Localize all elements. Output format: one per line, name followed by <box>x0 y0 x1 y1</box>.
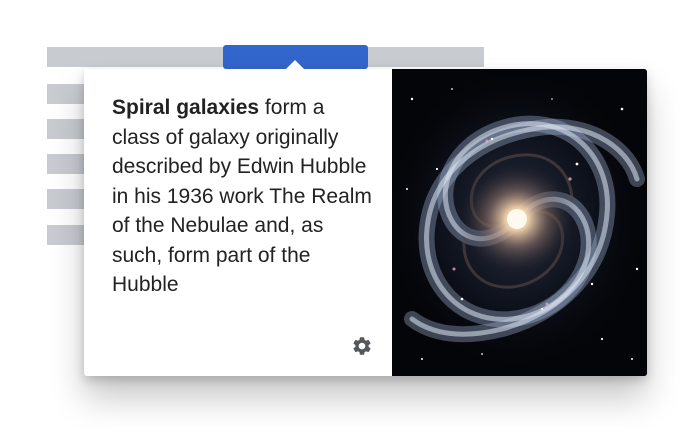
gear-icon[interactable] <box>351 335 373 357</box>
background-text-line <box>47 119 87 139</box>
background-text-line <box>47 225 87 245</box>
extract-fade <box>112 293 374 333</box>
preview-thumbnail-image[interactable] <box>382 69 647 376</box>
preview-extract-text: form a class of galaxy originally descri… <box>112 96 372 296</box>
background-text-line <box>47 47 223 67</box>
spiral-galaxy-image <box>382 69 647 376</box>
page-preview-popup[interactable]: Spiral galaxies form a class of galaxy o… <box>84 69 647 376</box>
popup-pointer <box>285 60 305 70</box>
background-text-line <box>47 154 87 174</box>
preview-title: Spiral galaxies <box>112 96 260 119</box>
background-text-line <box>368 47 484 67</box>
background-text-line <box>47 189 87 209</box>
preview-extract[interactable]: Spiral galaxies form a class of galaxy o… <box>112 93 374 333</box>
background-text-line <box>47 84 87 104</box>
